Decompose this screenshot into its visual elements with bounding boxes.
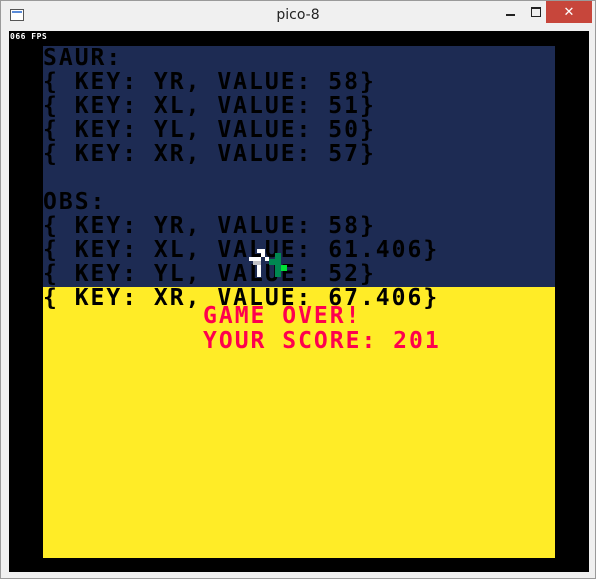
app-window: pico-8 066 FPS SAUR: { KEY: YR, VALUE: 5…: [0, 0, 596, 579]
debug-obs-row: { KEY: YL, VALUE: 52}: [43, 261, 376, 287]
debug-saur-row: { KEY: YL, VALUE: 50}: [43, 117, 376, 143]
play-area: SAUR: { KEY: YR, VALUE: 58} { KEY: XL, V…: [43, 46, 555, 558]
debug-saur-header: SAUR:: [43, 46, 123, 71]
debug-obs-row: { KEY: YR, VALUE: 58}: [43, 213, 376, 239]
game-screen[interactable]: 066 FPS SAUR: { KEY: YR, VALUE: 58} { KE…: [9, 31, 589, 572]
debug-saur-row: { KEY: YR, VALUE: 58}: [43, 69, 376, 95]
game-over-title: GAME OVER!: [203, 303, 362, 329]
debug-obs-header: OBS:: [43, 189, 107, 215]
close-button[interactable]: [546, 1, 592, 23]
score-text: YOUR SCORE: 201: [203, 328, 441, 354]
title-bar[interactable]: pico-8: [1, 1, 595, 31]
fps-counter: 066 FPS: [10, 32, 48, 41]
debug-saur-row: { KEY: XL, VALUE: 51}: [43, 93, 376, 119]
minimize-button[interactable]: [497, 1, 523, 23]
obstacle-sprite: [269, 253, 287, 277]
debug-saur-row: { KEY: XR, VALUE: 57}: [43, 141, 376, 167]
debug-obs-row: { KEY: XL, VALUE: 61.406}: [43, 237, 440, 263]
